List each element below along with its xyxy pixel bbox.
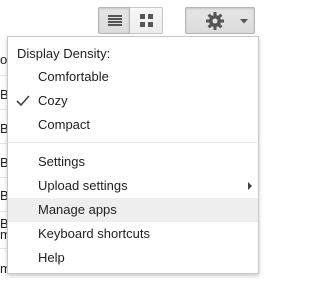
density-option-compact[interactable]: Compact (8, 113, 258, 137)
list-view-icon (108, 15, 122, 26)
settings-button[interactable] (185, 7, 255, 34)
menu-item-label: Manage apps (38, 202, 117, 217)
menu-item-upload-settings[interactable]: Upload settings (8, 174, 258, 198)
menu-item-help[interactable]: Help (8, 246, 258, 270)
menu-item-manage-apps[interactable]: Manage apps (8, 198, 258, 222)
caret-down-icon (240, 19, 248, 24)
density-option-comfortable[interactable]: Comfortable (8, 65, 258, 89)
checkmark-icon (16, 95, 30, 107)
settings-dropdown-menu: Display Density: Comfortable Cozy Compac… (7, 36, 259, 274)
menu-item-label: Keyboard shortcuts (38, 226, 151, 241)
menu-item-label: Help (38, 250, 65, 265)
menu-item-label: Cozy (38, 93, 68, 108)
grid-view-icon (140, 14, 153, 27)
menu-item-keyboard-shortcuts[interactable]: Keyboard shortcuts (8, 222, 258, 246)
menu-separator (9, 142, 257, 143)
menu-item-label: Compact (38, 117, 91, 132)
submenu-arrow-icon (248, 182, 252, 190)
gear-icon (206, 12, 224, 30)
density-option-cozy[interactable]: Cozy (8, 89, 258, 113)
toolbar (0, 0, 264, 38)
menu-item-settings[interactable]: Settings (8, 150, 258, 174)
display-density-label: Display Density: (17, 46, 111, 61)
menu-item-label: Upload settings (38, 178, 128, 193)
list-view-button[interactable] (98, 7, 130, 34)
menu-item-label: Settings (38, 154, 85, 169)
grid-view-button[interactable] (130, 7, 163, 34)
menu-item-label: Comfortable (38, 69, 109, 84)
display-density-header: Display Density: (8, 42, 258, 66)
